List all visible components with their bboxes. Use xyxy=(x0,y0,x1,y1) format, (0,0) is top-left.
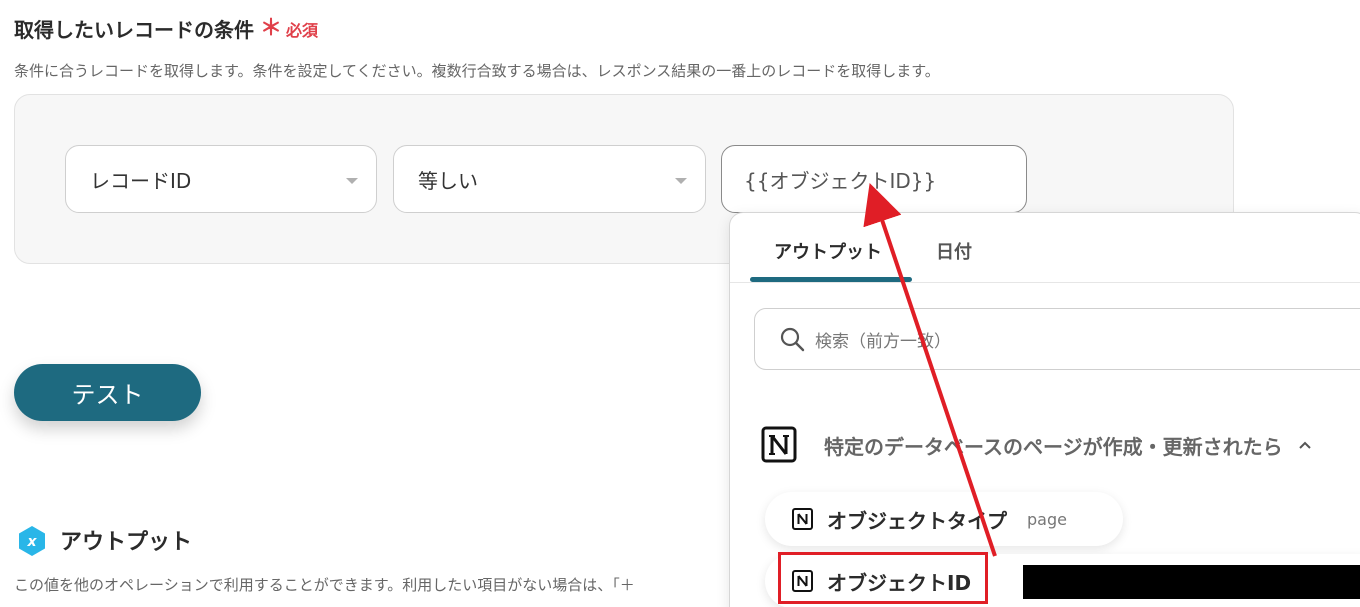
trigger-group-header[interactable]: 特定のデータベースのページが作成・更新されたら xyxy=(760,425,1313,465)
output-description: この値を他のオペレーションで利用することができます。利用したい項目がない場合は、… xyxy=(14,576,635,594)
conditions-title: 取得したいレコードの条件 xyxy=(14,18,254,42)
required-label: 必須 xyxy=(286,20,319,40)
svg-text:x: x xyxy=(26,534,37,550)
redacted-value xyxy=(1023,565,1360,599)
notion-logo-icon xyxy=(792,508,813,530)
notion-logo-icon xyxy=(761,426,797,463)
operator-select-value: 等しい xyxy=(418,168,478,193)
chevron-down-icon xyxy=(346,178,358,184)
trigger-group-title: 特定のデータベースのページが作成・更新されたら xyxy=(824,434,1283,459)
tab-date[interactable]: 日付 xyxy=(936,238,972,264)
conditions-description: 条件に合うレコードを取得します。条件を設定してください。複数行合致する場合は、レ… xyxy=(14,62,940,80)
operator-select[interactable]: 等しい xyxy=(393,145,706,213)
search-placeholder: 検索（前方一致） xyxy=(815,331,951,352)
chevron-down-icon xyxy=(675,178,687,184)
annotation-highlight-box xyxy=(778,552,988,604)
conditions-heading: 取得したいレコードの条件 ＊ 必須 xyxy=(14,14,318,43)
condition-value-input[interactable]: {{オブジェクトID}} xyxy=(721,145,1027,213)
tab-divider xyxy=(730,282,1360,283)
search-input[interactable]: 検索（前方一致） xyxy=(754,308,1360,370)
output-item-label: オブジェクトタイプ xyxy=(827,508,1007,533)
required-asterisk-icon: ＊ xyxy=(260,15,283,41)
test-button[interactable]: テスト xyxy=(14,364,201,421)
field-select-value: レコードID xyxy=(90,168,192,193)
condition-value-text: {{オブジェクトID}} xyxy=(744,168,937,193)
output-title: アウトプット xyxy=(60,530,193,555)
output-item-value: page xyxy=(1027,509,1067,529)
variable-picker-panel: アウトプット 日付 検索（前方一致） 特定のデータベースのページが作成・更新され… xyxy=(729,212,1360,607)
output-icon: x xyxy=(19,526,45,556)
field-select[interactable]: レコードID xyxy=(65,145,377,213)
chevron-up-icon xyxy=(1298,441,1311,449)
search-icon xyxy=(780,327,805,352)
tab-output[interactable]: アウトプット xyxy=(774,238,882,264)
output-item-object-type[interactable]: オブジェクトタイプ page xyxy=(765,492,1123,546)
